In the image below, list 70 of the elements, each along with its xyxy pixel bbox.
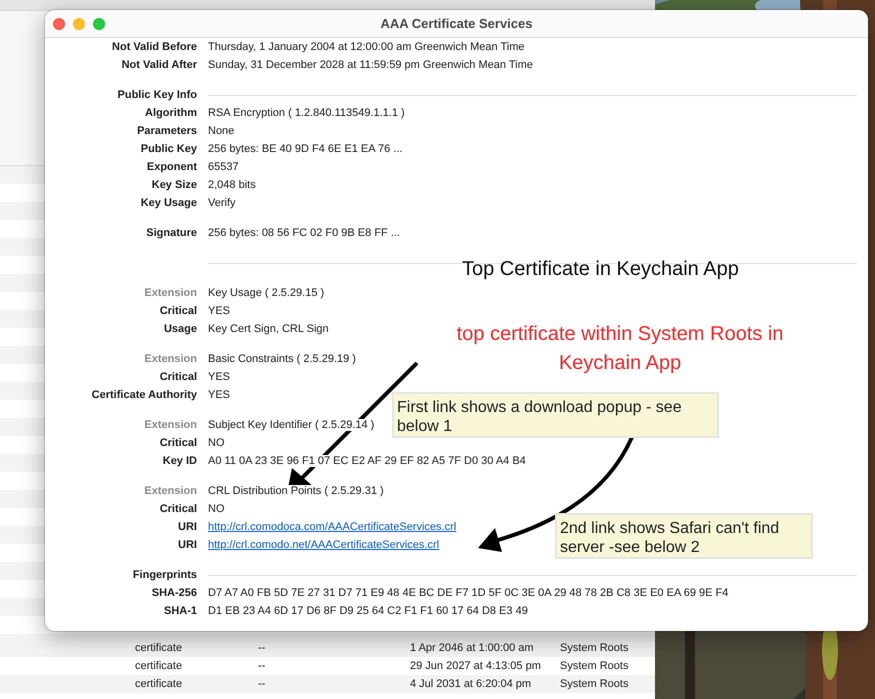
extension-label: Extension bbox=[144, 485, 197, 497]
extension-name: CRL Distribution Points ( 2.5.29.31 ) bbox=[208, 485, 384, 497]
field-value: YES bbox=[208, 371, 230, 383]
field-label: Critical bbox=[160, 305, 197, 317]
close-button[interactable] bbox=[53, 18, 65, 30]
field-value: Verify bbox=[208, 197, 236, 209]
field-value: Sunday, 31 December 2028 at 11:59:59 pm Greenwich Mean Time bbox=[208, 59, 533, 71]
field-label: Critical bbox=[160, 371, 197, 383]
extension-name: Subject Key Identifier ( 2.5.29.14 ) bbox=[208, 419, 374, 431]
zoom-button[interactable] bbox=[93, 18, 105, 30]
annotation-text: top certificate within System Roots in Keychain App bbox=[456, 322, 784, 376]
field-label: Key Usage bbox=[140, 197, 197, 209]
sticky-note: 2nd link shows Safari can't find server -see below 2 bbox=[555, 513, 813, 559]
extension-label: Extension bbox=[144, 353, 197, 365]
table-cell: 29 Jun 2027 at 4:13:05 pm bbox=[410, 660, 541, 672]
field-label: SHA-1 bbox=[164, 605, 197, 617]
field-label: Certificate Authority bbox=[92, 389, 197, 401]
table-cell: -- bbox=[258, 642, 266, 654]
uri-link[interactable]: http://crl.comodo.net/AAACertificateServices.crl bbox=[208, 539, 440, 551]
extension-name: Key Usage ( 2.5.29.15 ) bbox=[208, 287, 324, 299]
field-label: Not Valid Before bbox=[112, 41, 197, 53]
section-heading: Public Key Info bbox=[118, 89, 197, 101]
field-value: 256 bytes: BE 40 9D F4 6E E1 EA 76 ... bbox=[208, 143, 402, 155]
table-cell: -- bbox=[258, 678, 266, 690]
field-value: NO bbox=[208, 437, 224, 449]
table-cell: certificate bbox=[135, 642, 182, 654]
field-value: 256 bytes: 08 56 FC 02 F0 9B E8 FF ... bbox=[208, 227, 400, 239]
field-label: Usage bbox=[164, 323, 197, 335]
annotation-title: Top Certificate in Keychain App bbox=[462, 258, 739, 281]
field-label: Algorithm bbox=[145, 107, 197, 119]
window-title: AAA Certificate Services bbox=[380, 16, 532, 31]
section-heading: Fingerprints bbox=[132, 569, 197, 581]
sticky-note: First link shows a download popup - see below 1 bbox=[392, 392, 719, 438]
field-value: YES bbox=[208, 389, 230, 401]
table-cell: certificate bbox=[135, 660, 182, 672]
extension-label: Extension bbox=[144, 287, 197, 299]
field-label: URI bbox=[178, 539, 197, 551]
extension-name: Basic Constraints ( 2.5.29.19 ) bbox=[208, 353, 356, 365]
field-value: NO bbox=[208, 503, 224, 515]
table-cell: System Roots bbox=[560, 660, 628, 672]
field-label: Key ID bbox=[162, 455, 197, 467]
table-cell: 4 Jul 2031 at 6:20:04 pm bbox=[410, 678, 532, 690]
field-value: D1 EB 23 A4 6D 17 D6 8F D9 25 64 C2 F1 F1 60 17 64 D8 E3 49 bbox=[208, 605, 528, 617]
field-label: Critical bbox=[160, 437, 197, 449]
field-value: RSA Encryption ( 1.2.840.113549.1.1.1 ) bbox=[208, 107, 405, 119]
field-value: None bbox=[208, 125, 234, 137]
table-cell: certificate bbox=[135, 678, 182, 690]
field-label: Critical bbox=[160, 503, 197, 515]
field-value: 65537 bbox=[208, 161, 239, 173]
minimize-button[interactable] bbox=[73, 18, 85, 30]
extension-label: Extension bbox=[144, 419, 197, 431]
table-cell: -- bbox=[258, 660, 266, 672]
field-label: Parameters bbox=[137, 125, 197, 137]
field-value: A0 11 0A 23 3E 96 F1 07 EC E2 AF 29 EF 82 A5 7F D0 30 A4 B4 bbox=[208, 455, 526, 467]
table-cell: System Roots bbox=[560, 678, 628, 690]
field-value: Thursday, 1 January 2004 at 12:00:00 am Greenwich Mean Time bbox=[208, 41, 525, 53]
field-label: Not Valid After bbox=[122, 59, 197, 71]
table-cell: 1 Apr 2046 at 1:00:00 am bbox=[410, 642, 534, 654]
field-value: 2,048 bits bbox=[208, 179, 256, 191]
field-value: Key Cert Sign, CRL Sign bbox=[208, 323, 329, 335]
field-label: Key Size bbox=[152, 179, 197, 191]
table-cell: System Roots bbox=[560, 642, 628, 654]
field-value: YES bbox=[208, 305, 230, 317]
uri-link[interactable]: http://crl.comodoca.com/AAACertificateServices.crl bbox=[208, 521, 456, 533]
field-label: Signature bbox=[146, 227, 197, 239]
field-label: SHA-256 bbox=[152, 587, 197, 599]
field-label: Exponent bbox=[146, 161, 197, 173]
field-label: Public Key bbox=[140, 143, 197, 155]
field-label: URI bbox=[178, 521, 197, 533]
field-value: D7 A7 A0 FB 5D 7E 27 31 D7 71 E9 48 4E BC DE F7 1D 5F 0C 3E 0A 29 48 78 2B C8 3E E0 EA 69 9E F4 bbox=[208, 587, 728, 599]
